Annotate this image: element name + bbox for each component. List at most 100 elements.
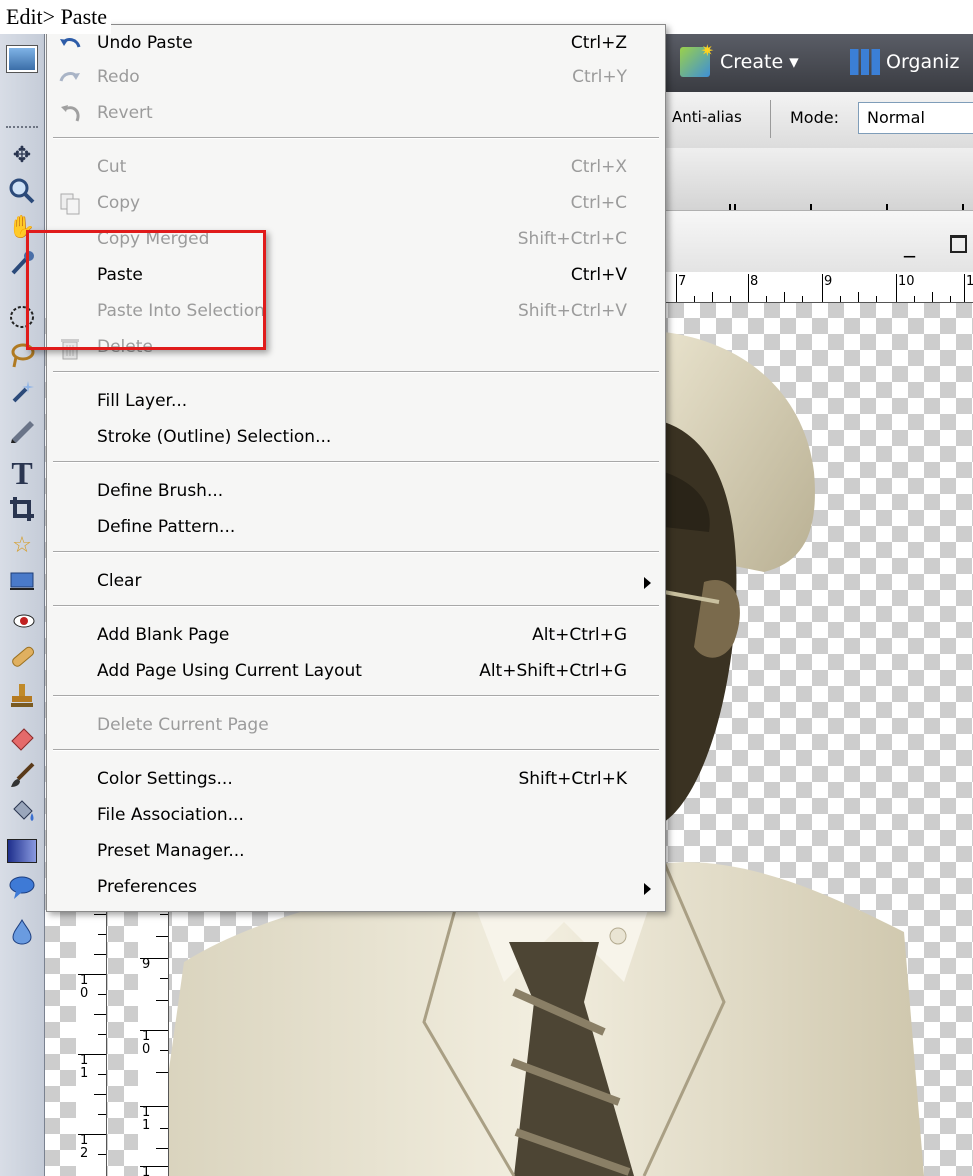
menu-item-label: Cut (97, 157, 127, 177)
zoom-tool-icon[interactable] (4, 174, 40, 208)
menu-item-label: Delete Current Page (97, 715, 269, 735)
menu-separator (53, 551, 659, 553)
menu-item-shortcut: Alt+Shift+Ctrl+G (479, 661, 627, 681)
menu-item-shortcut: Ctrl+V (570, 265, 627, 285)
menu-item-shortcut: Shift+Ctrl+K (518, 769, 627, 789)
redo-icon (59, 72, 80, 82)
photo-bin-icon[interactable] (4, 42, 40, 76)
menu-item-shortcut: Shift+Ctrl+V (517, 301, 627, 321)
undo-icon (60, 38, 81, 48)
menu-item-stroke-selection[interactable]: Stroke (Outline) Selection... (47, 421, 665, 455)
minimize-button[interactable]: _ (904, 233, 915, 258)
menu-item-undo-paste[interactable]: Undo Paste Ctrl+Z (47, 27, 665, 61)
menu-item-label: File Association... (97, 805, 244, 825)
pencil-tool-icon[interactable] (4, 412, 40, 446)
menu-separator (53, 137, 659, 139)
menu-item-label: Stroke (Outline) Selection... (97, 427, 332, 447)
document-titlebar: _ (664, 210, 973, 273)
menu-item-delete-current-page[interactable]: Delete Current Page (47, 709, 665, 743)
move-tool-icon[interactable]: ✥ (4, 138, 40, 172)
cookie-cutter-tool-icon[interactable]: ☆ (4, 528, 40, 562)
menu-item-label: Add Page Using Current Layout (97, 661, 362, 681)
menu-item-label: Redo (97, 67, 140, 87)
menu-item-redo[interactable]: Redo Ctrl+Y (47, 61, 665, 95)
healing-brush-tool-icon[interactable] (4, 640, 40, 674)
ruler-number: 11 (142, 1105, 151, 1133)
ruler-number: 9 (142, 957, 151, 972)
menu-item-fill-layer[interactable]: Fill Layer... (47, 385, 665, 419)
menu-separator (53, 461, 659, 463)
toolbox: ✥ ✋ T ☆ (0, 34, 45, 1176)
brush-tool-icon[interactable] (4, 758, 40, 792)
menu-item-color-settings[interactable]: Color Settings... Shift+Ctrl+K (47, 763, 665, 797)
blur-tool-icon[interactable] (4, 914, 40, 948)
palette-bin-bar (664, 148, 973, 210)
straighten-tool-icon[interactable] (4, 564, 40, 598)
menu-item-cut[interactable]: Cut Ctrl+X (47, 151, 665, 185)
eraser-tool-icon[interactable] (4, 720, 40, 754)
menu-item-add-blank-page[interactable]: Add Blank Page Alt+Ctrl+G (47, 619, 665, 653)
menu-item-shortcut: Shift+Ctrl+C (517, 229, 627, 249)
crop-tool-icon[interactable] (4, 492, 40, 526)
menu-separator (53, 371, 659, 373)
organize-button[interactable]: Organiz (850, 44, 959, 80)
menu-item-label: Preferences (97, 877, 197, 897)
submenu-arrow-icon (644, 577, 651, 589)
ruler-number: 1 (966, 274, 973, 289)
caption-text: Edit> Paste (6, 0, 112, 34)
shape-tool-icon[interactable] (4, 870, 40, 904)
maximize-button[interactable] (950, 235, 967, 253)
menu-item-copy[interactable]: Copy Ctrl+C (47, 187, 665, 221)
menu-separator (53, 605, 659, 607)
type-tool-icon[interactable]: T (4, 455, 40, 491)
menu-item-clear[interactable]: Clear (47, 565, 665, 599)
create-button[interactable]: ✷ Create ▾ (680, 41, 799, 80)
paint-bucket-tool-icon[interactable] (4, 794, 40, 828)
menu-item-define-pattern[interactable]: Define Pattern... (47, 511, 665, 545)
red-eye-tool-icon[interactable] (4, 602, 40, 636)
ruler-number: 8 (750, 274, 759, 289)
revert-icon (61, 105, 80, 122)
ruler-number: 9 (824, 274, 833, 289)
menu-item-shortcut: Ctrl+Y (572, 67, 627, 87)
paste-highlight-box (26, 230, 266, 350)
copy-icon (60, 193, 80, 215)
menu-item-label: Copy (97, 193, 141, 213)
ruler-number: 10 (142, 1029, 151, 1057)
menu-item-add-page-using-layout[interactable]: Add Page Using Current Layout Alt+Shift+… (47, 655, 665, 689)
ruler-number: 10 (80, 973, 89, 1001)
menu-item-label: Add Blank Page (97, 625, 230, 645)
magic-wand-tool-icon[interactable] (4, 374, 40, 408)
menu-separator (53, 749, 659, 751)
horizontal-ruler: 7 8 9 10 1 (664, 272, 973, 303)
menu-item-label: Preset Manager... (97, 841, 245, 861)
menu-item-label: Fill Layer... (97, 391, 188, 411)
options-divider (770, 100, 771, 138)
menu-item-label: Clear (97, 571, 142, 591)
anti-alias-checkbox-label[interactable]: Anti-alias (672, 108, 742, 126)
menu-item-preferences[interactable]: Preferences (47, 871, 665, 905)
clone-stamp-tool-icon[interactable] (4, 678, 40, 712)
edit-menu: Undo Paste Ctrl+Z Redo Ctrl+Y Revert Cut… (46, 24, 666, 912)
toolbox-grip[interactable] (6, 126, 38, 132)
gradient-tool-icon[interactable] (4, 834, 40, 868)
menu-separator (53, 695, 659, 697)
organize-grid-icon (850, 49, 880, 75)
menu-item-define-brush[interactable]: Define Brush... (47, 475, 665, 509)
menu-item-preset-manager[interactable]: Preset Manager... (47, 835, 665, 869)
menu-item-revert[interactable]: Revert (47, 97, 665, 131)
menu-item-shortcut: Alt+Ctrl+G (532, 625, 627, 645)
options-bar: Anti-alias Mode: Normal (664, 92, 973, 149)
ruler-number: 11 (80, 1053, 89, 1081)
ruler-number: 12 (80, 1133, 89, 1161)
menu-item-label: Color Settings... (97, 769, 233, 789)
menu-item-shortcut: Ctrl+X (570, 157, 627, 177)
ruler-number: 7 (678, 274, 687, 289)
organize-label: Organiz (886, 51, 960, 73)
menu-item-file-association[interactable]: File Association... (47, 799, 665, 833)
header-bar: ✷ Create ▾ Organiz (664, 34, 973, 92)
menu-item-label: Define Pattern... (97, 517, 236, 537)
menu-item-label: Revert (97, 103, 153, 123)
mode-select[interactable]: Normal (858, 102, 973, 134)
ruler-number: 1 (142, 1165, 151, 1176)
